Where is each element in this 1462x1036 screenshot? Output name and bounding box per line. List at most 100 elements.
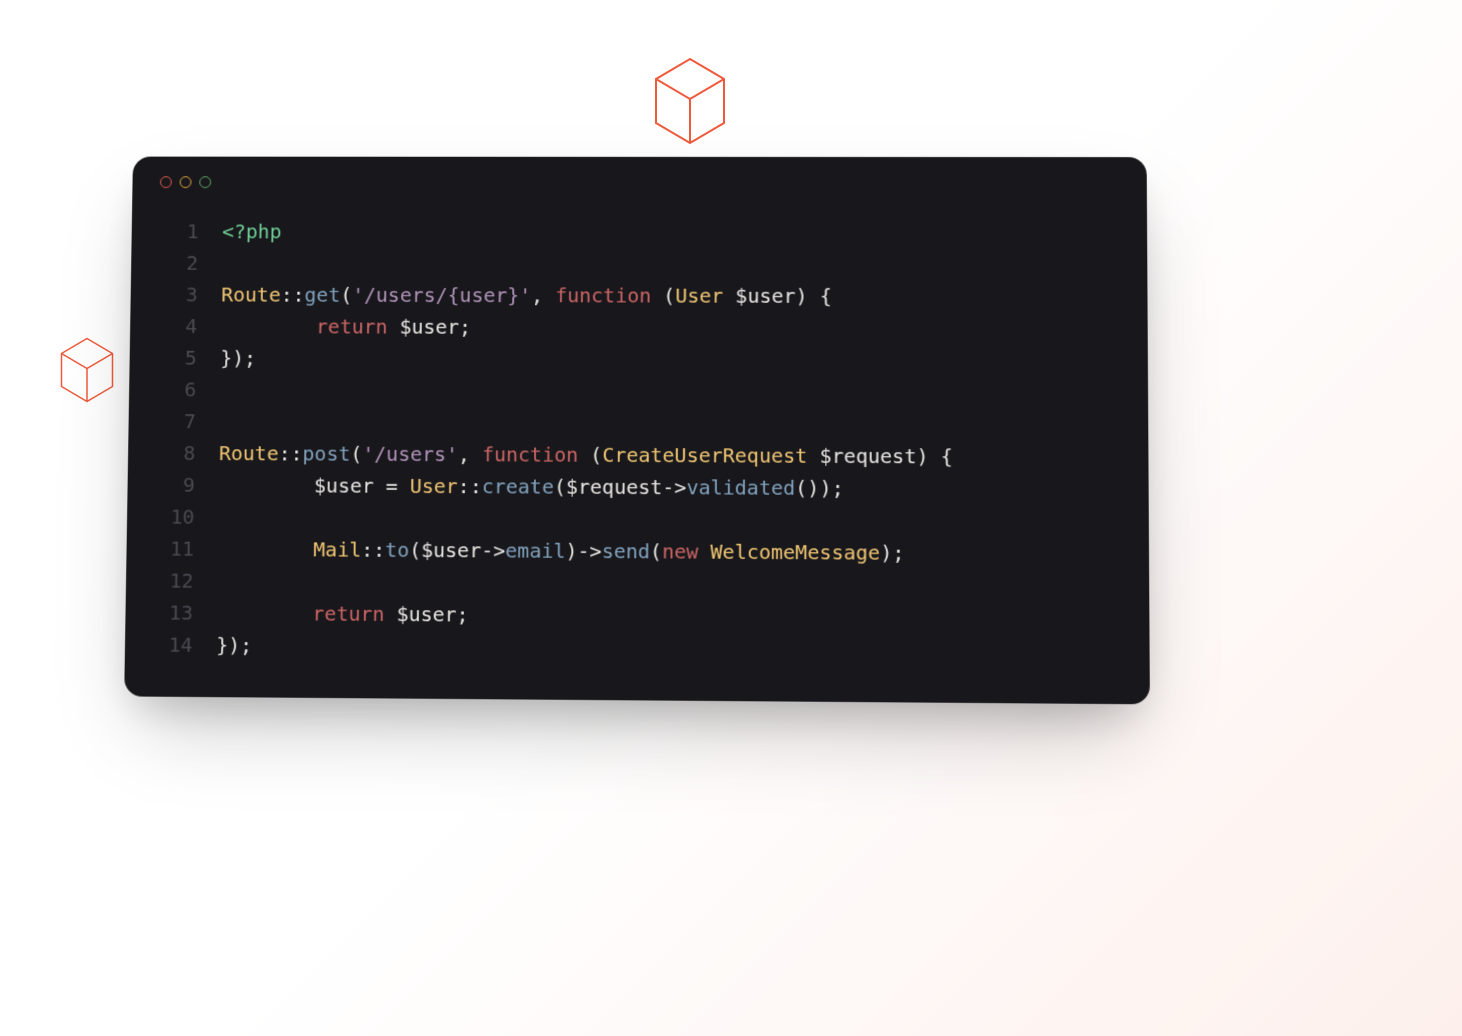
code-line: 6 xyxy=(157,373,1120,408)
code-content: Route::post('/users', function (CreateUs… xyxy=(219,437,953,472)
property-token: email xyxy=(505,538,565,562)
code-content: }); xyxy=(216,629,252,661)
paren-token: ) xyxy=(796,284,808,308)
variable-token: $request xyxy=(566,475,663,500)
variable-token: $user xyxy=(399,315,459,339)
method-token: send xyxy=(602,539,650,563)
line-number: 14 xyxy=(153,628,193,660)
paren-token: ( xyxy=(554,475,566,499)
minimize-icon[interactable] xyxy=(180,176,192,188)
line-number: 10 xyxy=(155,501,195,533)
punct-token: ); xyxy=(819,476,843,500)
string-token: '/users' xyxy=(362,442,458,466)
indent xyxy=(221,314,316,338)
code-content: Mail::to($user->email)->send(new Welcome… xyxy=(217,533,904,569)
operator-token: :: xyxy=(458,474,482,498)
close-icon[interactable] xyxy=(160,176,172,188)
punct-token: ; xyxy=(459,315,471,339)
class-token: Route xyxy=(221,283,281,307)
code-content: <?php xyxy=(222,216,282,248)
code-content: return $user; xyxy=(221,310,472,342)
code-line: 7 xyxy=(156,405,1120,441)
punct-token: }); xyxy=(216,633,252,657)
php-open-tag: <?php xyxy=(222,220,282,244)
indent xyxy=(218,537,314,562)
operator-token: :: xyxy=(361,538,385,562)
type-token: User xyxy=(675,284,735,308)
line-number: 3 xyxy=(158,279,198,311)
window-controls xyxy=(160,176,1119,189)
keyword-token: function xyxy=(482,442,590,466)
line-number: 11 xyxy=(154,533,194,565)
method-token: get xyxy=(304,283,340,307)
line-number: 1 xyxy=(159,216,199,248)
line-number: 4 xyxy=(158,310,198,342)
code-line: 3 Route::get('/users/{user}', function (… xyxy=(158,279,1119,313)
arrow-token: -> xyxy=(662,475,686,499)
paren-token: ( xyxy=(590,443,602,467)
punct-token: }); xyxy=(220,346,256,370)
paren-token: () xyxy=(795,476,819,500)
paren-token: ) xyxy=(565,539,577,563)
paren-token: ( xyxy=(650,539,662,563)
method-token: to xyxy=(385,538,409,562)
maximize-icon[interactable] xyxy=(199,176,211,188)
cube-icon xyxy=(57,335,117,405)
code-line: 2 xyxy=(159,247,1120,281)
code-content: Route::get('/users/{user}', function (Us… xyxy=(221,279,832,312)
code-line: 1 <?php xyxy=(159,216,1119,249)
variable-token: $user xyxy=(396,602,456,627)
code-line: 14 }); xyxy=(153,628,1122,667)
class-token: WelcomeMessage xyxy=(710,540,880,565)
indent xyxy=(218,473,314,497)
line-number: 2 xyxy=(159,247,199,279)
brace-token: { xyxy=(808,284,832,308)
punct-token: , xyxy=(531,283,555,307)
punct-token: , xyxy=(458,442,482,466)
keyword-token: function xyxy=(555,283,663,307)
code-area: 1 <?php 2 3 Route::get('/users/{user}', … xyxy=(153,216,1122,668)
code-line: 4 return $user; xyxy=(158,310,1120,345)
class-token: Mail xyxy=(313,537,361,561)
code-content: return $user; xyxy=(217,597,469,631)
keyword-token: new xyxy=(662,539,710,563)
operator-token: = xyxy=(374,474,410,498)
paren-token: ) xyxy=(916,444,928,468)
method-token: validated xyxy=(686,475,795,500)
variable-token: $request xyxy=(819,444,916,469)
code-line: 9 $user = User::create($request->validat… xyxy=(155,469,1120,506)
variable-token: $user xyxy=(314,473,374,497)
code-card: 1 <?php 2 3 Route::get('/users/{user}', … xyxy=(124,157,1150,705)
variable-token: $user xyxy=(421,538,481,562)
variable-token: $user xyxy=(735,284,795,308)
string-token: '/users/{user}' xyxy=(352,283,531,307)
method-token: post xyxy=(302,442,350,466)
paren-token: ( xyxy=(409,538,421,562)
paren-token: ( xyxy=(340,283,352,307)
brace-token: { xyxy=(929,444,953,468)
paren-token: ( xyxy=(663,284,675,308)
line-number: 9 xyxy=(155,469,195,501)
code-card-wrapper: 1 <?php 2 3 Route::get('/users/{user}', … xyxy=(125,155,1145,699)
line-number: 12 xyxy=(154,564,194,596)
operator-token: :: xyxy=(281,283,305,307)
line-number: 6 xyxy=(157,373,197,405)
code-content: }); xyxy=(220,342,256,374)
line-number: 7 xyxy=(156,405,196,437)
method-token: create xyxy=(482,474,554,498)
type-token: CreateUserRequest xyxy=(602,443,819,468)
code-content: $user = User::create($request->validated… xyxy=(218,469,843,504)
punct-token: ); xyxy=(880,541,904,565)
code-line: 5 }); xyxy=(157,342,1120,377)
keyword-token: return xyxy=(312,601,396,626)
arrow-token: -> xyxy=(577,539,601,563)
operator-token: :: xyxy=(279,441,303,465)
line-number: 13 xyxy=(153,596,193,628)
indent xyxy=(217,601,313,626)
code-line: 8 Route::post('/users', function (Create… xyxy=(156,437,1121,473)
class-token: User xyxy=(410,474,458,498)
paren-token: ( xyxy=(350,442,362,466)
class-token: Route xyxy=(219,441,279,465)
code-line: 10 xyxy=(155,501,1121,538)
cube-icon xyxy=(650,55,730,147)
